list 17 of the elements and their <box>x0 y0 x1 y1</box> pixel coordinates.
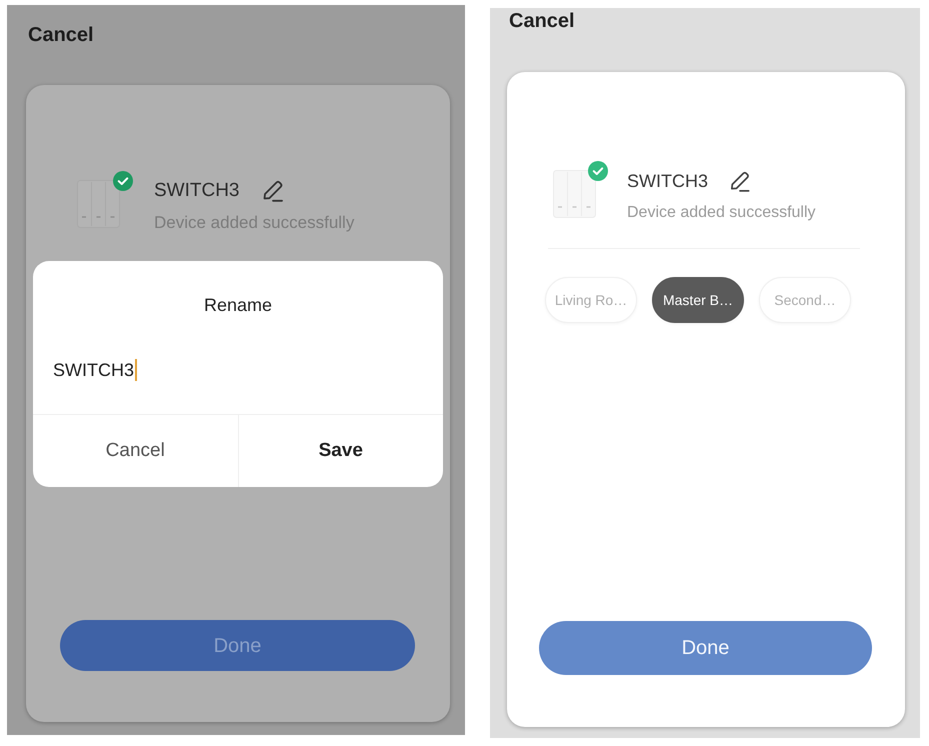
pencil-icon[interactable] <box>260 179 284 203</box>
cancel-button[interactable]: Cancel <box>509 9 575 33</box>
cancel-button[interactable]: Cancel <box>28 23 94 47</box>
device-name: SWITCH3 <box>627 170 708 193</box>
room-chip[interactable]: Master B… <box>652 277 744 323</box>
device-name: SWITCH3 <box>154 179 240 203</box>
text-cursor-icon <box>135 359 137 381</box>
name-field[interactable]: SWITCH3 <box>53 350 423 390</box>
pencil-icon[interactable] <box>728 170 751 193</box>
light-switch-icon <box>553 170 596 218</box>
check-badge-icon <box>113 171 133 191</box>
light-switch-icon <box>77 180 120 228</box>
cancel-button[interactable]: Cancel <box>33 415 238 487</box>
status-text: Device added successfully <box>627 203 816 223</box>
check-badge-icon <box>588 161 608 181</box>
save-button[interactable]: Save <box>238 415 443 487</box>
dialog-title: Rename <box>202 294 274 317</box>
